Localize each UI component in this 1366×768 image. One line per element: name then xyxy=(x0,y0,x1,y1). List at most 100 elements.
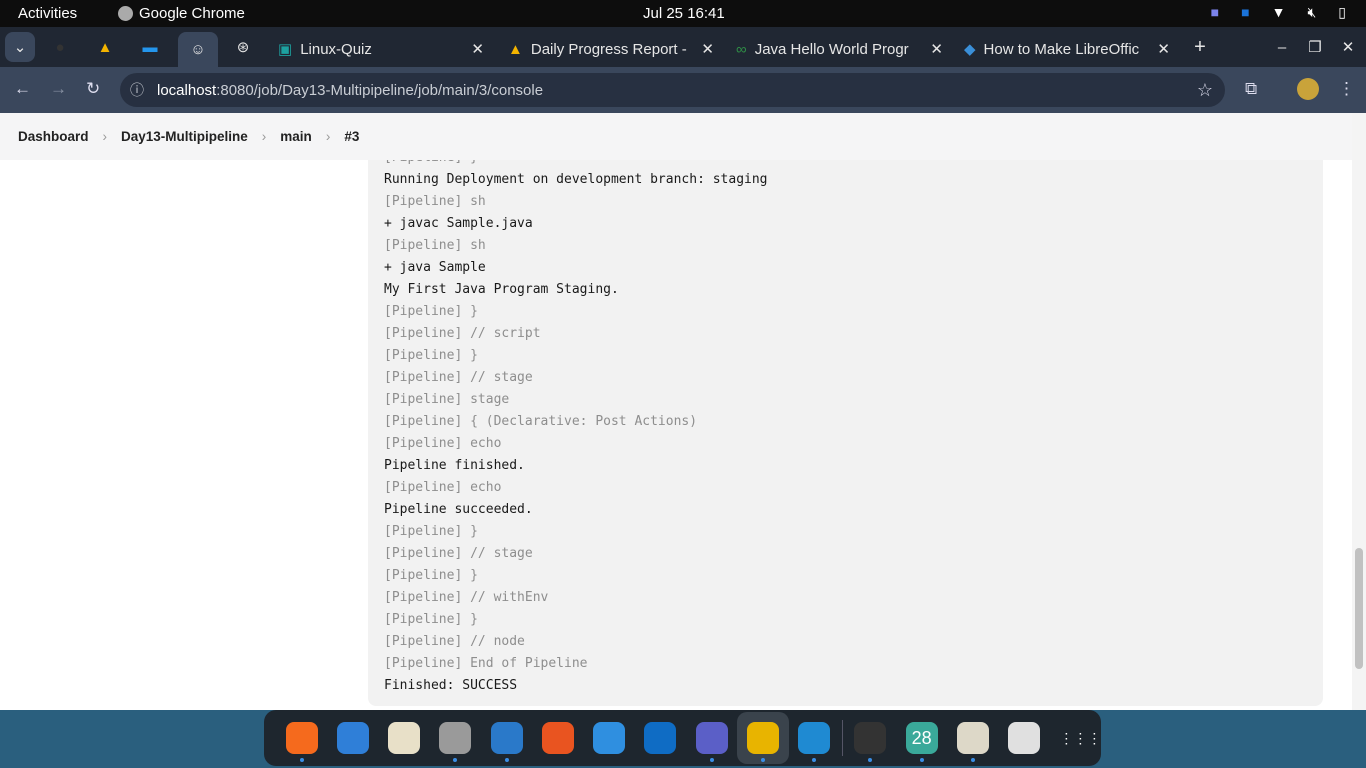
tab[interactable]: ∞ Java Hello World Progr ✕ xyxy=(736,34,943,64)
dock-app-center[interactable] xyxy=(532,712,583,764)
close-tab-icon[interactable]: ✕ xyxy=(1157,40,1170,58)
scrollbar[interactable] xyxy=(1352,113,1366,710)
dock-files[interactable] xyxy=(430,712,481,764)
battery-icon: ▯ xyxy=(1338,4,1346,20)
running-indicator xyxy=(812,758,817,762)
console-line: [Pipeline] stage xyxy=(384,392,510,407)
wifi-icon: ▼ xyxy=(1271,4,1286,20)
jenkins-page: Dashboard › Day13-Multipipeline › main › #3… xyxy=(0,113,1366,710)
running-indicator xyxy=(709,758,714,762)
tab-title: How to Make LibreOffic xyxy=(983,40,1140,58)
console-line: [Pipeline] sh xyxy=(384,238,486,253)
site-info-icon[interactable]: ⓘ xyxy=(130,80,144,100)
console-output: [Pipeline] } Running Deployment on develo… xyxy=(368,133,1323,706)
console-line: [Pipeline] // stage xyxy=(384,546,533,561)
thunderbird-icon xyxy=(336,722,369,754)
extensions-icon[interactable]: ⧉ xyxy=(1245,79,1257,99)
dock-image-viewer[interactable] xyxy=(947,712,998,764)
show-apps-icon: ⋮⋮⋮ xyxy=(1059,722,1101,754)
close-tab-icon[interactable]: ✕ xyxy=(701,40,714,58)
reload-button[interactable]: ↻ xyxy=(86,79,100,99)
url-path: :8080/job/Day13-Multipipeline/job/main/3… xyxy=(216,81,544,99)
tab-chatgpt[interactable]: ⊛ xyxy=(223,32,263,62)
address-bar[interactable]: ⓘ localhost:8080/job/Day13-Multipipeline… xyxy=(120,73,1225,107)
back-button[interactable]: ← xyxy=(14,79,31,99)
tab-title: Linux-Quiz xyxy=(300,40,372,58)
console-line: Finished: SUCCESS xyxy=(384,678,518,693)
tab[interactable]: ▣ Linux-Quiz ✕ xyxy=(278,34,484,64)
tab-google-drive[interactable]: ▲ xyxy=(85,32,125,62)
system-tray[interactable]: ■ ■ ▼ 🔇︎ ▯ xyxy=(1211,4,1346,21)
outlook-icon[interactable]: ■ xyxy=(1241,4,1249,21)
console-line: [Pipeline] } xyxy=(384,348,478,363)
close-window-button[interactable]: ✕ xyxy=(1328,32,1366,62)
running-indicator xyxy=(453,758,458,762)
breadcrumb-dashboard[interactable]: Dashboard xyxy=(18,129,89,144)
tab-search-button[interactable]: ⌄ xyxy=(5,32,35,62)
dock-libreoffice-writer[interactable] xyxy=(481,712,532,764)
calendar-icon: 28 xyxy=(905,722,938,754)
dock-separator xyxy=(841,720,843,756)
tab-jenkins-active[interactable]: ☺ xyxy=(178,32,218,67)
breadcrumb-branch[interactable]: main xyxy=(280,129,312,144)
tab-github[interactable]: ● xyxy=(40,32,80,62)
system-top-bar: Activities Google Chrome Jul 25 16:41 ■ ■… xyxy=(0,0,1366,27)
dock-terminal[interactable] xyxy=(845,712,896,764)
dock-calendar[interactable]: 28 xyxy=(896,712,947,764)
profile-avatar[interactable] xyxy=(1297,78,1319,100)
close-tab-icon[interactable]: ✕ xyxy=(930,40,943,58)
terminal-icon xyxy=(854,722,887,754)
dock-teams[interactable] xyxy=(686,712,737,764)
teams-icon[interactable]: ■ xyxy=(1211,4,1219,21)
google-drive-icon: ▲ xyxy=(508,40,523,58)
forward-button[interactable]: → xyxy=(50,79,67,99)
console-line: Pipeline finished. xyxy=(384,458,525,473)
dock-rhythmbox[interactable] xyxy=(379,712,430,764)
console-line: [Pipeline] echo xyxy=(384,436,502,451)
chevron-right-icon: › xyxy=(261,129,267,144)
bookmark-star-icon[interactable]: ☆ xyxy=(1197,80,1213,101)
dock-thunderbird[interactable] xyxy=(327,712,378,764)
running-indicator xyxy=(919,758,924,762)
console-line: + java Sample xyxy=(384,260,486,275)
scrollbar-thumb[interactable] xyxy=(1355,548,1363,669)
dock-firefox[interactable] xyxy=(276,712,327,764)
url-host: localhost xyxy=(157,81,217,99)
console-line: [Pipeline] // script xyxy=(384,326,541,341)
app-menu[interactable]: Google Chrome xyxy=(118,5,245,22)
running-indicator xyxy=(970,758,975,762)
menu-icon[interactable]: ⋮ xyxy=(1338,79,1355,99)
clock[interactable]: Jul 25 16:41 xyxy=(643,5,725,22)
tab-title: Daily Progress Report - xyxy=(530,40,687,58)
console-line: [Pipeline] } xyxy=(384,304,478,319)
trash-icon xyxy=(1008,722,1041,754)
console-line: [Pipeline] // withEnv xyxy=(384,590,549,605)
console-line: My First Java Program Staging. xyxy=(384,282,619,297)
tab[interactable]: ◆ How to Make LibreOffic ✕ xyxy=(964,34,1170,64)
close-tab-icon[interactable]: ✕ xyxy=(471,40,484,58)
console-line: + javac Sample.java xyxy=(384,216,533,231)
console-line: [Pipeline] // node xyxy=(384,634,525,649)
breadcrumb-build[interactable]: #3 xyxy=(344,129,359,144)
tab-title: Java Hello World Progr xyxy=(754,40,909,58)
dock-chrome[interactable] xyxy=(737,712,789,764)
console-line: Running Deployment on development branch… xyxy=(384,172,768,187)
firefox-icon xyxy=(285,722,318,754)
new-tab-button[interactable]: + xyxy=(1180,32,1220,62)
forms-icon: ▣ xyxy=(278,41,293,58)
dock-outlook[interactable] xyxy=(635,712,686,764)
tab[interactable]: ▲ Daily Progress Report - ✕ xyxy=(508,34,714,64)
console-line: [Pipeline] echo xyxy=(384,480,502,495)
dock-trash[interactable] xyxy=(998,712,1049,764)
dock-show-apps[interactable]: ⋮⋮⋮ xyxy=(1050,712,1101,764)
dock-help[interactable] xyxy=(584,712,635,764)
console-line: [Pipeline] // stage xyxy=(384,370,533,385)
running-indicator xyxy=(299,758,304,762)
files-icon xyxy=(439,722,472,754)
tab-docker[interactable]: ▬ xyxy=(130,32,170,62)
activities-button[interactable]: Activities xyxy=(18,5,77,22)
console-line: [Pipeline] } xyxy=(384,568,478,583)
breadcrumb: Dashboard › Day13-Multipipeline › main › #3 xyxy=(0,113,1352,160)
dock-vscode[interactable] xyxy=(789,712,840,764)
breadcrumb-job[interactable]: Day13-Multipipeline xyxy=(121,129,248,144)
